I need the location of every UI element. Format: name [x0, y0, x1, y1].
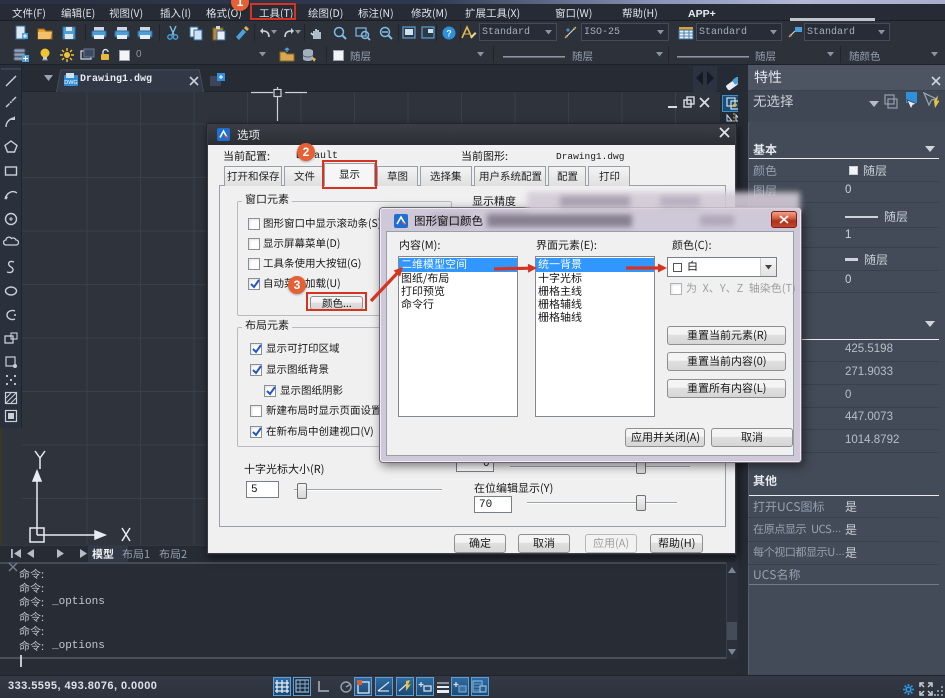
svg-text:DWG: DWG: [64, 80, 77, 86]
svg-text:?: ?: [446, 29, 452, 39]
